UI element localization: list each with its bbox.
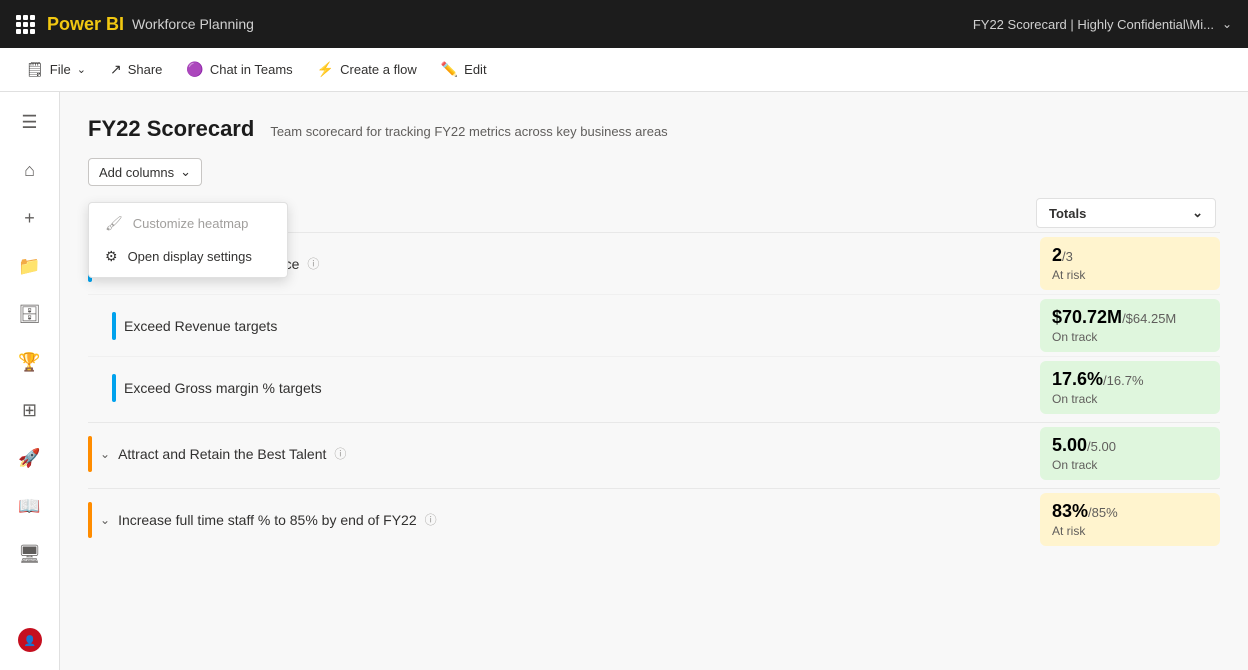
header-right-text: FY22 Scorecard | Highly Confidential\Mi.…	[973, 17, 1214, 32]
page-subtitle: Team scorecard for tracking FY22 metrics…	[270, 124, 667, 139]
logo-text: Power BI	[47, 14, 124, 35]
score-value-margin: 17.6%	[1052, 369, 1103, 389]
top-nav: Power BI Workforce Planning FY22 Scoreca…	[0, 0, 1248, 48]
page-header: FY22 Scorecard Team scorecard for tracki…	[88, 116, 1220, 142]
group-row-talent: ⌄ Attract and Retain the Best Talent ⓘ 5…	[88, 422, 1220, 484]
score-status-staff: At risk	[1052, 524, 1208, 538]
edit-button[interactable]: ✏️ Edit	[431, 57, 497, 82]
report-title: Workforce Planning	[132, 16, 254, 32]
score-cell-staff: 83%/85% At risk	[1040, 493, 1220, 546]
add-columns-chevron-icon: ⌄	[180, 164, 191, 180]
score-target-revenue: /$64.25M	[1122, 311, 1176, 326]
teams-icon: 🟣	[186, 61, 203, 78]
color-bar-margin	[112, 374, 116, 402]
gear-icon: ⚙	[105, 248, 118, 265]
open-display-settings-item[interactable]: ⚙ Open display settings	[89, 240, 287, 273]
score-target-margin: /16.7%	[1103, 373, 1143, 388]
apps-grid-icon[interactable]	[16, 15, 35, 34]
group-row-staff: ⌄ Increase full time staff % to 85% by e…	[88, 488, 1220, 550]
add-columns-label: Add columns	[99, 165, 174, 180]
content-area: FY22 Scorecard Team scorecard for tracki…	[60, 92, 1248, 670]
customize-heatmap-label: Customize heatmap	[133, 216, 249, 231]
totals-label: Totals	[1049, 206, 1086, 221]
sidebar-item-browse[interactable]: 📁	[8, 244, 52, 288]
info-icon-talent[interactable]: ⓘ	[334, 445, 346, 462]
file-icon: 🗒	[26, 61, 44, 78]
brand: Power BI Workforce Planning	[47, 14, 254, 35]
color-bar-talent	[88, 436, 92, 472]
sidebar-item-deployment[interactable]: 🚀	[8, 436, 52, 480]
score-cell-revenue: $70.72M/$64.25M On track	[1040, 299, 1220, 352]
color-bar-staff	[88, 502, 92, 538]
score-target-talent: /5.00	[1087, 439, 1116, 454]
add-columns-button[interactable]: Add columns ⌄	[88, 158, 202, 186]
sidebar-item-metrics[interactable]: 🏆	[8, 340, 52, 384]
score-status-margin: On track	[1052, 392, 1208, 406]
score-target-financial: /3	[1062, 249, 1073, 264]
flow-icon: ⚡	[317, 61, 334, 78]
edit-label: Edit	[464, 62, 486, 77]
sidebar-item-monitor[interactable]: 🖥	[8, 532, 52, 576]
child-row-margin: Exceed Gross margin % targets 17.6%/16.7…	[88, 356, 1220, 418]
score-status-revenue: On track	[1052, 330, 1208, 344]
file-label: File	[50, 62, 71, 77]
sidebar-item-profile[interactable]: 👤	[8, 618, 52, 662]
info-icon-financial[interactable]: ⓘ	[307, 255, 319, 272]
chat-label: Chat in Teams	[210, 62, 293, 77]
share-label: Share	[128, 62, 163, 77]
flow-button[interactable]: ⚡ Create a flow	[307, 57, 427, 82]
child-row-left-revenue: Exceed Revenue targets	[112, 304, 1040, 348]
group-label-talent: Attract and Retain the Best Talent	[118, 446, 326, 462]
sidebar-item-apps[interactable]: ⊞	[8, 388, 52, 432]
collapse-chevron-icon-talent[interactable]: ⌄	[100, 447, 110, 461]
file-chevron-icon: ⌄	[77, 63, 86, 76]
edit-icon: ✏️	[441, 61, 458, 78]
info-icon-staff[interactable]: ⓘ	[425, 511, 437, 528]
score-status-financial: At risk	[1052, 268, 1208, 282]
score-cell-margin: 17.6%/16.7% On track	[1040, 361, 1220, 414]
totals-chevron-icon: ⌄	[1192, 205, 1203, 221]
group-row-left-talent: ⌄ Attract and Retain the Best Talent ⓘ	[88, 428, 1040, 480]
flow-label: Create a flow	[340, 62, 417, 77]
header-chevron-icon[interactable]: ⌄	[1222, 17, 1232, 31]
score-cell-financial: 2/3 At risk	[1040, 237, 1220, 290]
sidebar: ☰ ⌂ + 📁 🗄 🏆 ⊞ 🚀 📖 🖥 👤	[0, 92, 60, 670]
group-label-staff: Increase full time staff % to 85% by end…	[118, 512, 417, 528]
sidebar-item-menu[interactable]: ☰	[8, 100, 52, 144]
score-cell-talent: 5.00/5.00 On track	[1040, 427, 1220, 480]
totals-header[interactable]: Totals ⌄	[1036, 198, 1216, 228]
score-value-financial: 2	[1052, 245, 1062, 265]
svg-text:👤: 👤	[23, 634, 35, 647]
color-bar-revenue	[112, 312, 116, 340]
child-row-left-margin: Exceed Gross margin % targets	[112, 366, 1040, 410]
main-layout: ☰ ⌂ + 📁 🗄 🏆 ⊞ 🚀 📖 🖥 👤 FY22 Scorecard Tea…	[0, 92, 1248, 670]
score-target-staff: /85%	[1088, 505, 1118, 520]
page-title: FY22 Scorecard	[88, 116, 254, 142]
child-row-revenue: Exceed Revenue targets $70.72M/$64.25M O…	[88, 294, 1220, 356]
score-status-talent: On track	[1052, 458, 1208, 472]
add-columns-dropdown: 🖌 Customize heatmap ⚙ Open display setti…	[88, 202, 288, 278]
sidebar-item-create[interactable]: +	[8, 196, 52, 240]
child-label-revenue: Exceed Revenue targets	[124, 318, 277, 334]
chat-button[interactable]: 🟣 Chat in Teams	[176, 57, 302, 82]
score-value-revenue: $70.72M	[1052, 307, 1122, 327]
customize-heatmap-item: 🖌 Customize heatmap	[89, 207, 287, 240]
sidebar-item-dataflow[interactable]: 🗄	[8, 292, 52, 336]
header-right: FY22 Scorecard | Highly Confidential\Mi.…	[973, 17, 1232, 32]
group-row-left-staff: ⌄ Increase full time staff % to 85% by e…	[88, 494, 1040, 546]
score-value-talent: 5.00	[1052, 435, 1087, 455]
sidebar-item-home[interactable]: ⌂	[8, 148, 52, 192]
toolbar: 🗒 File ⌄ ↗ Share 🟣 Chat in Teams ⚡ Creat…	[0, 48, 1248, 92]
sidebar-item-learn[interactable]: 📖	[8, 484, 52, 528]
file-button[interactable]: 🗒 File ⌄	[16, 57, 96, 82]
score-value-staff: 83%	[1052, 501, 1088, 521]
collapse-chevron-icon-staff[interactable]: ⌄	[100, 513, 110, 527]
brush-icon: 🖌	[105, 215, 123, 232]
share-icon: ↗	[110, 61, 122, 78]
child-label-margin: Exceed Gross margin % targets	[124, 380, 322, 396]
open-display-settings-label: Open display settings	[128, 249, 252, 264]
share-button[interactable]: ↗ Share	[100, 57, 172, 82]
